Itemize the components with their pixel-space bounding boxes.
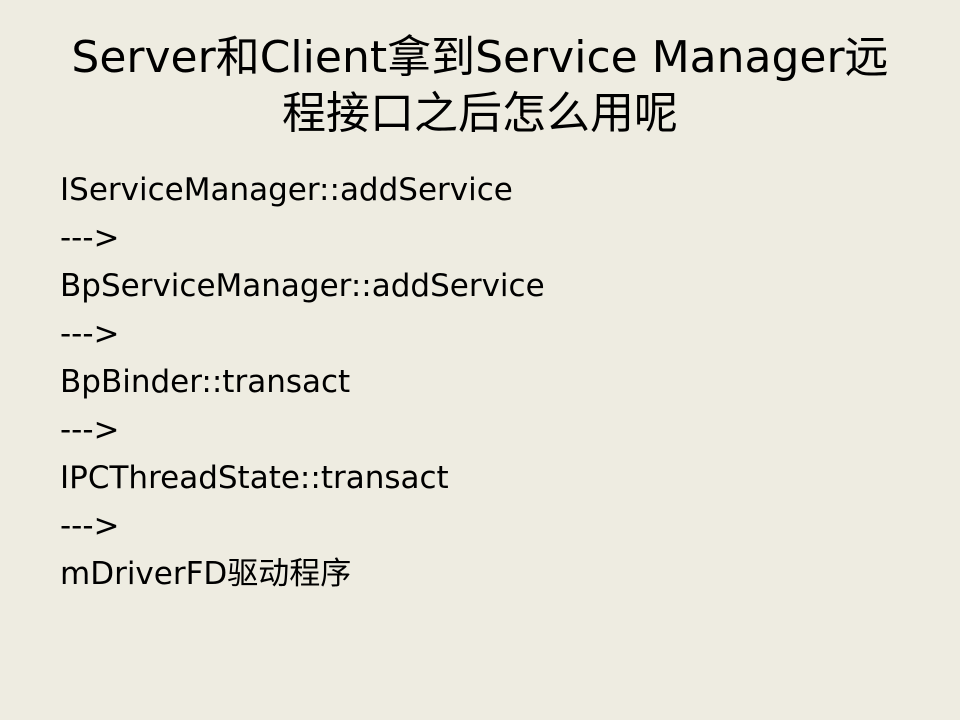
body-line-arrow-1: ---> xyxy=(60,220,120,256)
body-line-arrow-3: ---> xyxy=(60,412,120,448)
body-line-iservicemanager-addservice: IServiceManager::addService xyxy=(60,172,513,208)
slide-title: Server和Client拿到Service Manager远 程接口之后怎么用… xyxy=(40,30,920,142)
slide-title-line-1: Server和Client拿到Service Manager远 xyxy=(71,32,889,83)
body-line-bpservicemanager-addservice: BpServiceManager::addService xyxy=(60,268,545,304)
body-line-ipcthreadstate-transact: IPCThreadState::transact xyxy=(60,460,449,496)
body-line-bpbinder-transact: BpBinder::transact xyxy=(60,364,351,400)
slide-body: IServiceManager::addService ---> BpServi… xyxy=(60,166,920,598)
body-line-arrow-2: ---> xyxy=(60,316,120,352)
slide: Server和Client拿到Service Manager远 程接口之后怎么用… xyxy=(0,0,960,720)
body-line-arrow-4: ---> xyxy=(60,508,120,544)
slide-title-line-2: 程接口之后怎么用呢 xyxy=(282,88,678,139)
body-line-mdriverfd: mDriverFD驱动程序 xyxy=(60,556,352,592)
